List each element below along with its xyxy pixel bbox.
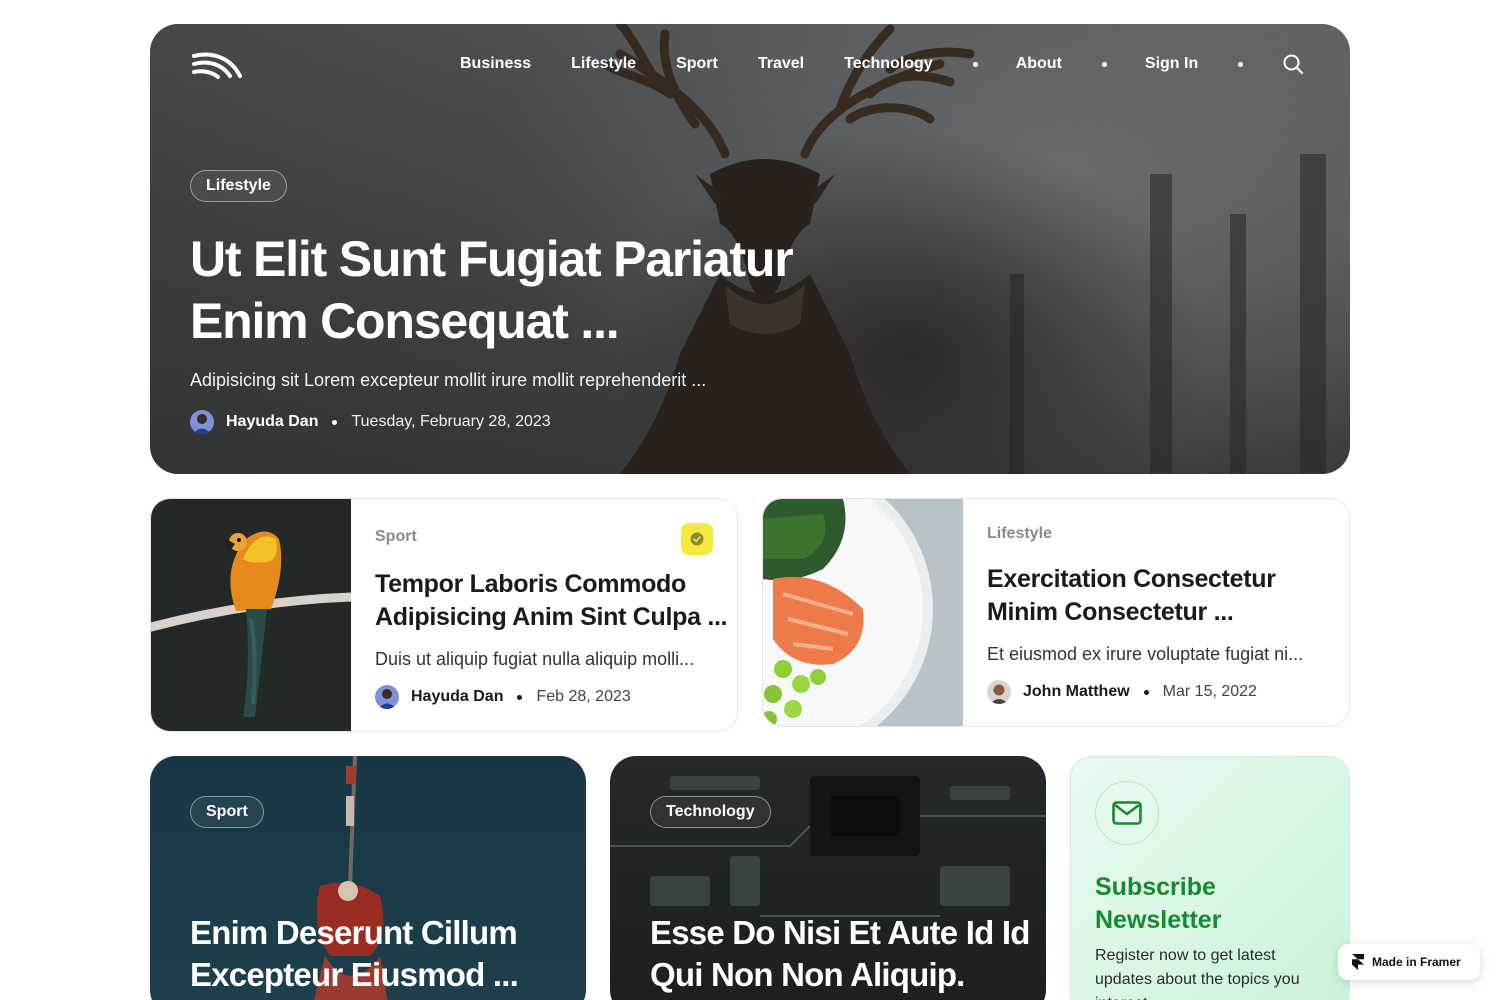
verified-badge-icon (681, 523, 713, 555)
meta-separator (332, 419, 338, 425)
featured-category-tag[interactable]: Technology (650, 796, 771, 828)
nav-technology[interactable]: Technology (844, 55, 933, 73)
framer-badge-label: Made in Framer (1372, 955, 1461, 969)
meta-separator (1143, 689, 1149, 695)
featured-post-card[interactable]: Technology Esse Do Nisi Et Aute Id Id Qu… (610, 756, 1046, 1000)
post-card[interactable]: Sport Tempor Laboris Commodo Adipisicing… (150, 498, 738, 732)
mail-icon (1095, 781, 1159, 845)
avatar (190, 410, 214, 434)
hero-title[interactable]: Ut Elit Sunt Fugiat Pariatur Enim Conseq… (190, 228, 830, 352)
hero-category-tag[interactable]: Lifestyle (190, 170, 287, 202)
featured-post-card[interactable]: Sport Enim Deserunt Cillum Excepteur Eiu… (150, 756, 586, 1000)
hero-excerpt: Adipisicing sit Lorem excepteur mollit i… (190, 370, 707, 390)
made-in-framer-badge[interactable]: Made in Framer (1338, 944, 1480, 980)
avatar (987, 680, 1011, 704)
main-nav: Business Lifestyle Sport Travel Technolo… (460, 52, 1305, 76)
card-excerpt: Duis ut aliquip fugiat nulla aliquip mol… (375, 649, 695, 669)
featured-title[interactable]: Esse Do Nisi Et Aute Id Id Qui Non Non A… (650, 912, 1030, 996)
nav-lifestyle[interactable]: Lifestyle (571, 55, 636, 73)
framer-logo-icon (1352, 954, 1364, 970)
hero-featured-post[interactable]: Business Lifestyle Sport Travel Technolo… (150, 24, 1350, 474)
hero-meta: Hayuda Dan Tuesday, February 28, 2023 (190, 410, 551, 434)
nav-separator (1238, 61, 1244, 67)
meta-separator (517, 694, 523, 700)
newsletter-card: Subscribe Newsletter Register now to get… (1070, 756, 1350, 1000)
nav-separator (972, 61, 978, 67)
card-title-line-2[interactable]: Adipisicing Anim Sint Culpa ... (375, 601, 728, 634)
search-icon[interactable] (1281, 52, 1305, 76)
card-category[interactable]: Sport (375, 528, 417, 546)
author-name[interactable]: Hayuda Dan (411, 688, 503, 706)
nav-sport[interactable]: Sport (676, 55, 718, 73)
card-category[interactable]: Lifestyle (987, 525, 1052, 543)
salmon-bowl-photo (763, 499, 963, 726)
author-name[interactable]: Hayuda Dan (226, 413, 318, 431)
post-date: Mar 15, 2022 (1162, 683, 1257, 700)
nav-travel[interactable]: Travel (758, 55, 804, 73)
nav-separator (1101, 61, 1107, 67)
card-title-line-1[interactable]: Exercitation Consectetur (987, 563, 1276, 596)
post-date: Tuesday, February 28, 2023 (351, 413, 551, 430)
post-date: Feb 28, 2023 (536, 688, 631, 705)
newsletter-title: Subscribe Newsletter (1095, 873, 1222, 934)
author-name[interactable]: John Matthew (1023, 683, 1130, 701)
card-title-line-1[interactable]: Tempor Laboris Commodo (375, 568, 686, 601)
featured-title[interactable]: Enim Deserunt Cillum Excepteur Eiusmod .… (190, 912, 570, 996)
waves-logo-icon[interactable] (190, 50, 244, 80)
nav-sign-in[interactable]: Sign In (1145, 55, 1198, 73)
card-excerpt: Et eiusmod ex irure voluptate fugiat ni.… (987, 644, 1304, 664)
parrot-photo (151, 499, 351, 731)
card-title-line-2[interactable]: Minim Consectetur ... (987, 596, 1234, 629)
card-meta: John Matthew Mar 15, 2022 (987, 680, 1257, 704)
avatar (375, 685, 399, 709)
card-meta: Hayuda Dan Feb 28, 2023 (375, 685, 631, 709)
nav-about[interactable]: About (1016, 55, 1062, 73)
featured-category-tag[interactable]: Sport (190, 796, 264, 828)
post-card[interactable]: Lifestyle Exercitation Consectetur Minim… (762, 498, 1350, 727)
nav-business[interactable]: Business (460, 55, 531, 73)
newsletter-text: Register now to get latest updates about… (1095, 947, 1300, 1000)
